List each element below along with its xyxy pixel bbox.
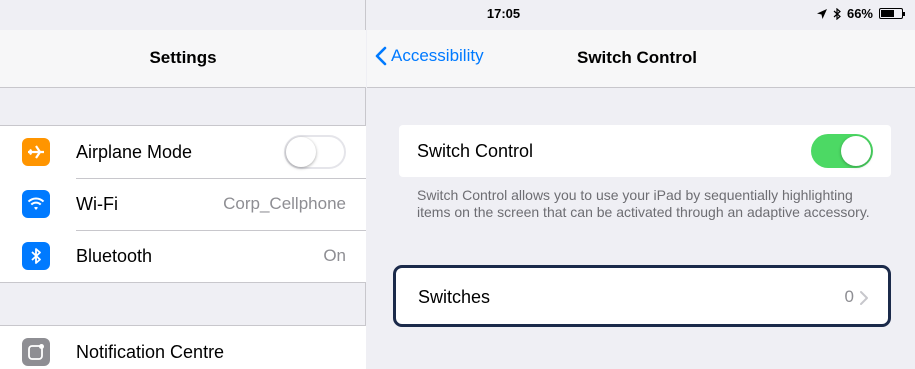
bluetooth-label: Bluetooth — [76, 245, 153, 266]
switch-control-nav-bar: Accessibility Switch Control — [367, 30, 915, 88]
settings-row-bluetooth[interactable]: Bluetooth On — [0, 230, 366, 282]
toggle-knob — [841, 136, 871, 166]
switch-control-row: Switch Control — [399, 125, 891, 177]
chevron-right-icon — [860, 291, 868, 305]
settings-master-pane: Settings Airplane Mode Wi-Fi Corp_Cellph… — [0, 0, 366, 369]
airplane-mode-label: Airplane Mode — [76, 141, 193, 162]
switch-control-toggle[interactable] — [811, 134, 873, 168]
settings-row-wifi[interactable]: Wi-Fi Corp_Cellphone — [0, 178, 366, 230]
switches-row[interactable]: Switches 0 — [393, 265, 891, 327]
switch-control-label: Switch Control — [417, 141, 534, 161]
wifi-icon — [22, 190, 50, 218]
wifi-network-value: Corp_Cellphone — [223, 194, 346, 213]
switches-label: Switches — [418, 287, 491, 307]
settings-group-connectivity: Airplane Mode Wi-Fi Corp_Cellphone Bluet… — [0, 125, 366, 283]
back-button[interactable]: Accessibility — [375, 46, 484, 66]
notification-centre-icon — [22, 338, 50, 366]
switch-control-description: Switch Control allows you to use your iP… — [417, 187, 870, 220]
toggle-knob — [286, 137, 316, 167]
airplane-icon — [22, 138, 50, 166]
bluetooth-status-value: On — [323, 246, 346, 265]
chevron-left-icon — [375, 46, 387, 66]
switch-control-detail-pane: Accessibility Switch Control Switch Cont… — [367, 0, 915, 369]
airplane-mode-toggle[interactable] — [284, 135, 346, 169]
bluetooth-icon — [22, 242, 50, 270]
notification-centre-label: Notification Centre — [76, 341, 225, 362]
switches-count: 0 — [844, 287, 854, 306]
settings-nav-bar: Settings — [0, 30, 366, 88]
settings-group-notifications: Notification Centre — [0, 325, 366, 369]
settings-row-airplane-mode[interactable]: Airplane Mode — [0, 126, 366, 178]
settings-title: Settings — [149, 48, 217, 67]
page-title: Switch Control — [577, 48, 697, 67]
settings-row-notification-centre[interactable]: Notification Centre — [0, 326, 366, 369]
back-button-label: Accessibility — [391, 46, 484, 65]
wifi-label: Wi-Fi — [76, 193, 118, 214]
